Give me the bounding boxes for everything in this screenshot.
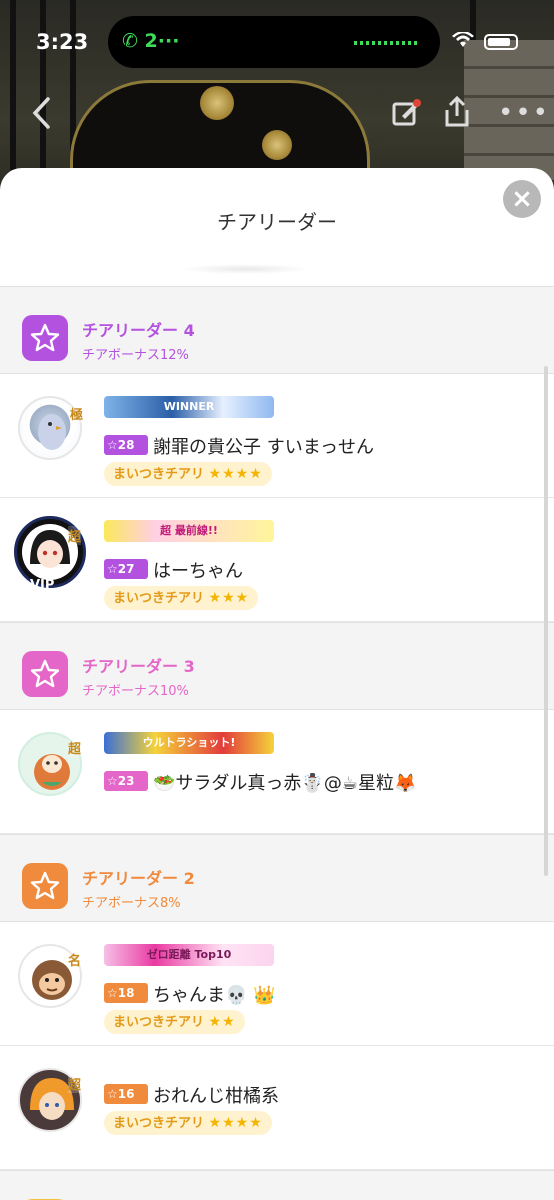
tier-bonus: チアボーナス10% — [82, 684, 189, 699]
tier-header-3: チアリーダー 3 チアボーナス10% — [0, 622, 554, 710]
cheerleader-list: チアリーダー 4 チアボーナス12% 極 WINNER ☆28 謝罪の貴公子 す… — [0, 286, 554, 1200]
member-row[interactable]: 超 ☆16 おれんじ柑橘系 まいつきチアリ ★★★★ — [0, 1046, 554, 1170]
edit-icon[interactable] — [392, 98, 422, 136]
dynamic-island[interactable]: ✆ 2··· — [108, 16, 440, 68]
status-time: 3:23 — [36, 30, 89, 54]
cheer-label: まいつきチアリ — [113, 1015, 205, 1030]
rank-mark-badge: 極 — [70, 404, 84, 423]
cheer-stars: ★★★ — [208, 590, 250, 606]
scrollbar[interactable] — [544, 366, 548, 876]
cheer-stars: ★★★★ — [208, 1115, 263, 1131]
member-name: はーちゃん — [153, 561, 243, 582]
level-badge: ☆23 — [104, 771, 148, 791]
call-indicator: ✆ 2··· — [122, 30, 179, 52]
next-tier-header — [0, 1170, 554, 1200]
member-name: 🥗サラダル真っ赤☃️@☕星粒🦊 — [153, 773, 417, 794]
tier-name: チアリーダー 4 — [82, 321, 195, 340]
rank-mark-badge: 超 — [68, 1074, 82, 1093]
rose-decoration — [262, 130, 292, 160]
level-badge: ☆28 — [104, 435, 148, 455]
close-icon: × — [511, 184, 533, 214]
vip-label: VIP — [30, 578, 55, 593]
level-badge: ☆16 — [104, 1084, 148, 1104]
tier-bonus: チアボーナス8% — [82, 896, 181, 911]
audio-wave-icon — [354, 41, 420, 45]
rose-decoration — [200, 86, 234, 120]
banner-text: ウルトラショット! — [142, 736, 236, 749]
achievement-banner: 超 最前線!! — [104, 520, 274, 542]
level-value: 27 — [117, 562, 135, 576]
member-name: ちゃんま💀 👑 — [153, 985, 276, 1006]
tier-star-icon — [22, 651, 68, 697]
level-star-icon: ☆ — [107, 562, 118, 576]
banner-text: ゼロ距離 Top10 — [146, 948, 232, 961]
monthly-cheer-badge: まいつきチアリ ★★★ — [104, 586, 259, 610]
banner-text: WINNER — [163, 400, 215, 413]
member-row[interactable]: 超 ウルトラショット! ☆23 🥗サラダル真っ赤☃️@☕星粒🦊 — [0, 710, 554, 834]
level-value: 23 — [117, 774, 135, 788]
member-row[interactable]: VIP 超 超 最前線!! ☆27 はーちゃん まいつきチアリ ★★★ — [0, 498, 554, 622]
level-star-icon: ☆ — [107, 438, 118, 452]
wifi-icon — [452, 32, 474, 47]
level-star-icon: ☆ — [107, 986, 118, 1000]
rank-mark-badge: 名 — [68, 950, 82, 969]
level-badge: ☆27 — [104, 559, 148, 579]
share-icon[interactable] — [442, 95, 472, 136]
member-name: おれんじ柑橘系 — [153, 1086, 279, 1107]
level-value: 16 — [117, 1087, 135, 1101]
level-value: 28 — [117, 438, 135, 452]
tier-bonus: チアボーナス12% — [82, 348, 189, 363]
call-dots: ··· — [157, 30, 180, 52]
cheer-stars: ★★★★ — [208, 466, 263, 482]
cheer-stars: ★★ — [208, 1014, 236, 1030]
member-row[interactable]: 名 ゼロ距離 Top10 ☆18 ちゃんま💀 👑 まいつきチアリ ★★ — [0, 922, 554, 1046]
more-icon[interactable]: ••• — [498, 98, 550, 128]
member-row[interactable]: 極 WINNER ☆28 謝罪の貴公子 すいまっせん まいつきチアリ ★★★★ — [0, 374, 554, 498]
cheerleader-sheet: チアリーダー × チアリーダー 4 チアボーナス12% 極 WINNER ☆28… — [0, 168, 554, 1200]
tier-header-4: チアリーダー 4 チアボーナス12% — [0, 286, 554, 374]
banner-text: 超 最前線!! — [160, 524, 218, 537]
tier-star-icon — [22, 863, 68, 909]
cheer-label: まいつきチアリ — [113, 1116, 205, 1131]
level-star-icon: ☆ — [107, 774, 118, 788]
achievement-banner: ゼロ距離 Top10 — [104, 944, 274, 966]
tier-name: チアリーダー 2 — [82, 869, 195, 888]
rank-mark-badge: 超 — [68, 738, 82, 757]
rank-mark-badge: 超 — [68, 526, 82, 545]
level-badge: ☆18 — [104, 983, 148, 1003]
monthly-cheer-badge: まいつきチアリ ★★ — [104, 1010, 245, 1034]
member-name: 謝罪の貴公子 すいまっせん — [153, 437, 375, 458]
battery-icon — [484, 34, 518, 50]
cheer-label: まいつきチアリ — [113, 467, 205, 482]
close-button[interactable]: × — [503, 180, 541, 218]
level-star-icon: ☆ — [107, 1087, 118, 1101]
cheer-label: まいつきチアリ — [113, 591, 205, 606]
monthly-cheer-badge: まいつきチアリ ★★★★ — [104, 1111, 272, 1135]
tier-header-2: チアリーダー 2 チアボーナス8% — [0, 834, 554, 922]
tier-name: チアリーダー 3 — [82, 657, 195, 676]
sheet-title: チアリーダー — [217, 210, 337, 234]
scroll-shadow — [180, 264, 310, 274]
achievement-banner: ウルトラショット! — [104, 732, 274, 754]
phone-icon: ✆ — [122, 30, 138, 52]
tier-star-icon — [22, 315, 68, 361]
achievement-banner: WINNER — [104, 396, 274, 418]
level-value: 18 — [117, 986, 135, 1000]
status-bar: 3:23 ✆ 2··· — [0, 0, 554, 68]
monthly-cheer-badge: まいつきチアリ ★★★★ — [104, 462, 272, 486]
back-chevron-icon[interactable] — [30, 96, 52, 138]
call-count: 2 — [144, 30, 158, 52]
